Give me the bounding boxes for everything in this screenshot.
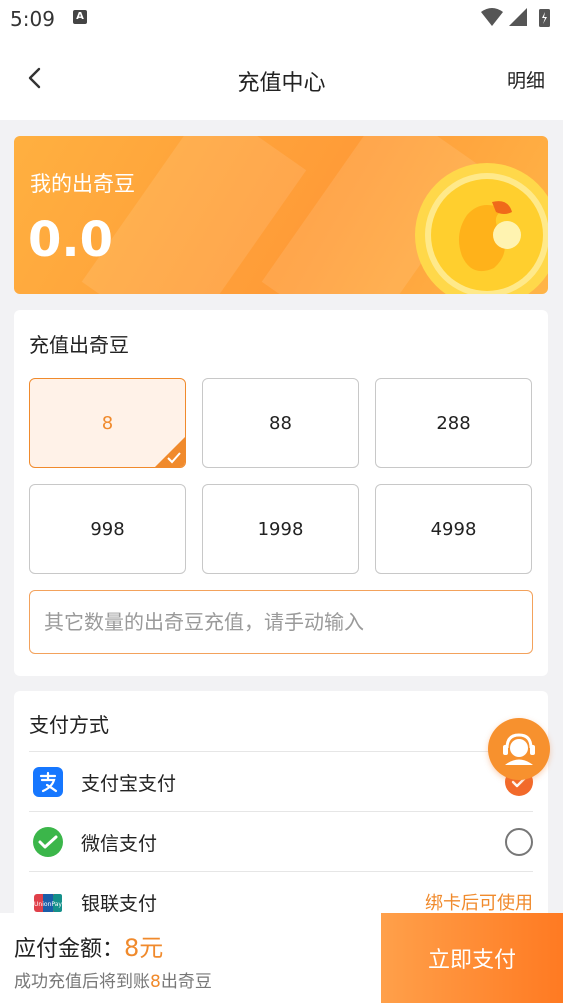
recharge-option-1998[interactable]: 1998 [202,484,359,574]
unionpay-logo-text: UnionPay [34,901,62,908]
custom-amount-input[interactable] [29,590,533,654]
recharge-option-label: 998 [90,518,125,540]
system-status-icons [481,8,550,27]
payment-section: 支付方式 支付宝支付 微信支付 UnionPay 银联支付 绑卡后可使用 [14,691,548,951]
nav-bar: 充值中心 明细 [0,38,563,120]
payment-option-alipay[interactable]: 支付宝支付 [29,751,533,811]
cellular-signal-icon [509,8,527,26]
payable-amount: 应付金额：8元 [14,928,163,963]
page-title: 充值中心 [237,71,326,96]
recharge-option-288[interactable]: 288 [375,378,532,468]
payment-section-title: 支付方式 [29,713,109,737]
customer-service-icon [503,733,535,765]
payable-value: 8元 [124,934,164,962]
recharge-section-title: 充值出奇豆 [29,333,129,357]
payment-option-wechat[interactable]: 微信支付 [29,811,533,871]
recharge-section: 充值出奇豆 8 88 288 998 1998 4998 [14,310,548,676]
recharge-option-label: 4998 [430,518,477,540]
payment-option-label: 支付宝支付 [81,773,177,795]
recharge-option-label: 288 [436,412,471,434]
balance-amount: 0.0 [28,212,114,268]
selected-check-icon [155,437,185,467]
coin-icon [415,163,548,294]
unionpay-note: 绑卡后可使用 [425,893,533,914]
wechat-pay-icon [33,827,63,857]
balance-card: 我的出奇豆 0.0 [14,136,548,294]
wifi-icon [481,8,503,26]
bottom-pay-bar: 应付金额：8元 成功充值后将到账8出奇豆 立即支付 [0,913,563,1003]
recharge-option-998[interactable]: 998 [29,484,186,574]
status-bar: 5:09 A [0,0,563,38]
recharge-option-88[interactable]: 88 [202,378,359,468]
customer-service-button[interactable] [488,718,550,780]
payment-option-label: 微信支付 [81,833,158,855]
recharge-option-4998[interactable]: 4998 [375,484,532,574]
alipay-icon [33,767,63,797]
payable-label: 应付金额： [14,937,125,962]
balance-label: 我的出奇豆 [30,172,135,196]
hint-suffix: 出奇豆 [160,972,212,992]
recharge-option-label: 8 [101,412,114,434]
hint-number: 8 [150,972,161,992]
detail-link[interactable]: 明细 [507,66,545,93]
recharge-hint: 成功充值后将到账8出奇豆 [14,967,212,992]
payment-option-label: 银联支付 [81,893,158,915]
status-time: 5:09 [10,7,55,31]
recharge-option-label: 88 [269,412,292,434]
radio-unchecked-icon[interactable] [505,828,533,856]
notification-a-icon: A [73,10,87,24]
recharge-option-8[interactable]: 8 [29,378,186,468]
hint-prefix: 成功充值后将到账 [14,972,150,992]
recharge-option-label: 1998 [257,518,304,540]
pay-now-button[interactable]: 立即支付 [381,913,563,1003]
